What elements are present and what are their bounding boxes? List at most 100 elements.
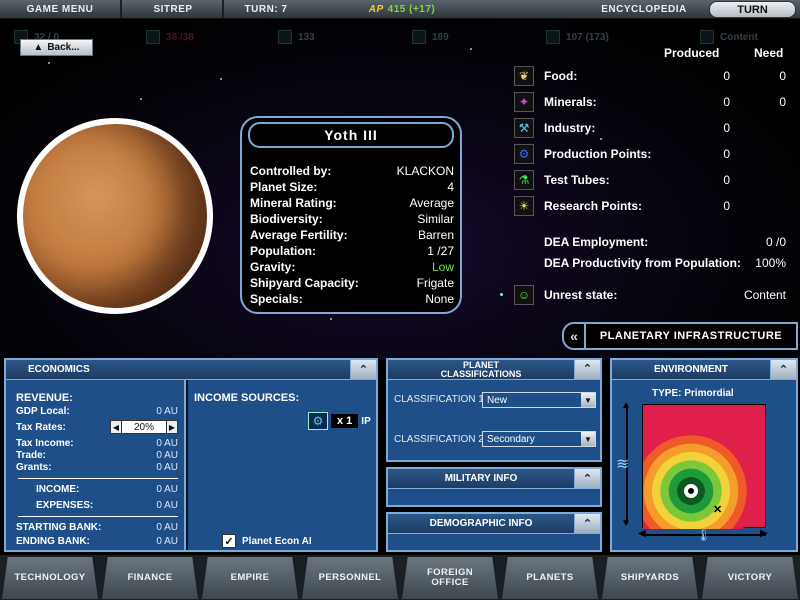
info-row-biodiversity: Biodiversity: Similar [250, 212, 454, 226]
dropdown-arrow-icon[interactable]: ▼ [581, 432, 595, 446]
wrench-icon: ⚒ [514, 118, 534, 138]
expenses-row: EXPENSES: 0 AU [36, 500, 178, 511]
environment-header: ENVIRONMENT ⌃ [612, 360, 796, 380]
collapse-icon[interactable]: ⌃ [350, 360, 376, 379]
stat-row-test-tubes: ⚗ Test Tubes: 0 [514, 170, 790, 190]
top-bar: GAME MENU SITREP TURN: 7 AP 415 (+17) EN… [0, 0, 800, 19]
revenue-section: REVENUE: GDP Local: 0 AU Tax Rates: ◀ 20%… [6, 380, 186, 550]
bottom-navigation: TECHNOLOGY FINANCE EMPIRE PERSONNEL FORE… [0, 555, 800, 600]
trade-row: Trade: 0 AU [16, 450, 178, 461]
stat-row-research: ☀ Research Points: 0 [514, 196, 790, 216]
econ-ai-toggle[interactable]: ✓ Planet Econ AI [222, 534, 312, 548]
nav-foreign-office[interactable]: FOREIGN OFFICE [402, 557, 498, 599]
info-row-gravity: Gravity: Low [250, 260, 454, 274]
people-icon: ☺ [514, 285, 534, 305]
left-arrow-icon: ◀ [638, 528, 646, 539]
crystal-icon [146, 30, 160, 44]
checkbox-checked-icon[interactable]: ✓ [222, 534, 236, 548]
ap-value: 415 (+17) [387, 3, 436, 15]
planetary-infrastructure-button[interactable]: « PLANETARY INFRASTRUCTURE [562, 322, 798, 350]
right-arrow-icon: ▶ [760, 528, 768, 539]
factory-icon [412, 30, 426, 44]
sitrep-button[interactable]: SITREP [124, 0, 224, 18]
info-row-specials: Specials: None [250, 292, 454, 306]
planet-info-card: Yoth III Controlled by: KLACKON Planet Si… [240, 116, 462, 314]
resource-minerals: 38 /38 [146, 30, 194, 44]
military-info-header[interactable]: MILITARY INFO ⌃ [388, 469, 600, 489]
collapse-icon[interactable]: ⌃ [574, 469, 600, 488]
info-row-size: Planet Size: 4 [250, 180, 454, 194]
stat-row-food: ❦ Food: 0 0 [514, 66, 790, 86]
ending-bank-row: ENDING BANK: 0 AU [16, 536, 178, 547]
economics-panel: ECONOMICS ⌃ REVENUE: GDP Local: 0 AU Tax … [4, 358, 378, 552]
environment-chart: ✕ [627, 404, 766, 555]
dea-employment: DEA Employment: 0 /0 [544, 235, 786, 249]
dropdown-arrow-icon[interactable]: ▼ [581, 393, 595, 407]
dea-productivity: DEA Productivity from Population: 100% [544, 256, 786, 270]
environment-type: TYPE: Primordial [652, 388, 734, 399]
encyclopedia-button[interactable]: ENCYCLOPEDIA [580, 0, 708, 18]
right-arrow-icon[interactable]: ▶ [166, 420, 178, 434]
down-arrow-icon: ▼ [621, 518, 631, 529]
nav-planets[interactable]: PLANETS [502, 557, 598, 599]
tax-rate-stepper[interactable]: ◀ 20% ▶ [110, 420, 178, 434]
optimal-dot [688, 488, 694, 494]
water-icon: ≋ [616, 456, 630, 473]
need-header: Need [754, 46, 784, 60]
environment-panel: ENVIRONMENT ⌃ TYPE: Primordial ▲ ▼ ≋ ✕ ◀… [610, 358, 798, 555]
smile-icon [700, 30, 714, 44]
stat-row-production: ⚙ Production Points: 0 [514, 144, 790, 164]
gear-icon: ⚙ [308, 412, 328, 430]
demographic-info-panel: DEMOGRAPHIC INFO ⌃ [386, 512, 602, 552]
classification-1-select[interactable]: New ▼ [482, 392, 596, 408]
thermometer-icon: 🌡 [696, 528, 712, 542]
collapse-icon[interactable]: ⌃ [770, 360, 796, 379]
tax-income-row: Tax Income: 0 AU [16, 438, 178, 449]
starting-bank-row: STARTING BANK: 0 AU [16, 522, 178, 533]
lightbulb-icon: ☀ [514, 196, 534, 216]
classifications-panel: PLANET CLASSIFICATIONS ⌃ CLASSIFICATION … [386, 358, 602, 462]
nav-finance[interactable]: FINANCE [102, 557, 198, 599]
economics-header: ECONOMICS ⌃ [6, 360, 376, 380]
nav-empire[interactable]: EMPIRE [202, 557, 298, 599]
resource-industry: 133 [278, 30, 315, 44]
resource-content: Content [700, 30, 758, 44]
income-source-item[interactable]: ⚙ x 1 IP [308, 412, 371, 430]
nav-technology[interactable]: TECHNOLOGY [2, 557, 98, 599]
planet-marker-icon: ✕ [713, 504, 722, 516]
stat-row-unrest: ☺ Unrest state: Content [514, 285, 790, 305]
wheat-icon: ❦ [514, 66, 534, 86]
income-row: INCOME: 0 AU [36, 484, 178, 495]
demographic-info-header[interactable]: DEMOGRAPHIC INFO ⌃ [388, 514, 600, 534]
planet-sphere [23, 124, 207, 308]
classification-2-select[interactable]: Secondary ▼ [482, 431, 596, 447]
produced-header: Produced [664, 46, 720, 60]
turn-counter: TURN: 7 [244, 3, 288, 15]
nav-personnel[interactable]: PERSONNEL [302, 557, 398, 599]
left-arrow-icon[interactable]: ◀ [110, 420, 122, 434]
action-points: AP 415 (+17) [362, 0, 442, 18]
grants-row: Grants: 0 AU [16, 462, 178, 473]
crystal-icon: ✦ [514, 92, 534, 112]
collapse-icon[interactable]: ⌃ [574, 360, 600, 379]
divider [18, 478, 178, 479]
game-menu-button[interactable]: GAME MENU [0, 0, 122, 18]
resource-research: 107 (173) [546, 30, 609, 44]
gear-icon [278, 30, 292, 44]
up-arrow-icon: ▲ [33, 42, 44, 53]
info-row-fertility: Average Fertility: Barren [250, 228, 454, 242]
lightbulb-icon [546, 30, 560, 44]
ap-icon: AP [368, 3, 384, 15]
double-chevron-left-icon: « [564, 324, 586, 348]
collapse-icon[interactable]: ⌃ [574, 514, 600, 533]
stat-row-industry: ⚒ Industry: 0 [514, 118, 790, 138]
info-row-population: Population: 1 /27 [250, 244, 454, 258]
tax-row: Tax Rates: ◀ 20% ▶ [16, 420, 178, 434]
info-row-mineral: Mineral Rating: Average [250, 196, 454, 210]
back-button[interactable]: ▲ Back... [20, 39, 93, 56]
divider [18, 516, 178, 517]
nav-victory[interactable]: VICTORY [702, 557, 798, 599]
military-info-panel: MILITARY INFO ⌃ [386, 467, 602, 507]
nav-shipyards[interactable]: SHIPYARDS [602, 557, 698, 599]
end-turn-button[interactable]: TURN [709, 1, 796, 18]
